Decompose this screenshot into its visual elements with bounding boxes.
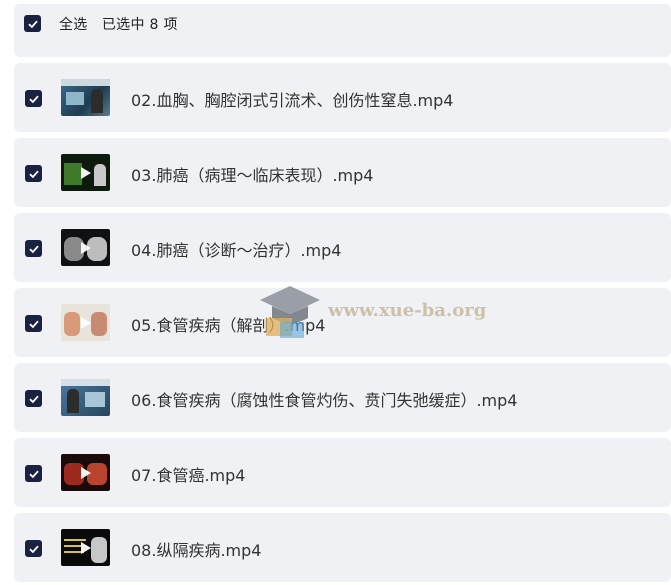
file-row[interactable]: 07.食管癌.mp4 [14,438,671,507]
video-thumbnail [61,229,110,266]
file-checkbox[interactable] [25,315,42,332]
check-icon [28,170,39,178]
file-row[interactable]: 08.纵隔疾病.mp4 [14,513,671,582]
video-thumbnail [61,79,110,116]
file-checkbox[interactable] [25,390,42,407]
file-checkbox[interactable] [25,465,42,482]
check-icon [28,545,39,553]
select-all-row: 全选 已选中 8 项 [14,4,671,57]
file-row[interactable]: 05.食管疾病（解剖）.mp4 [14,288,671,357]
file-row[interactable]: 04.肺癌（诊断～治疗）.mp4 [14,213,671,282]
file-name[interactable]: 03.肺癌（病理～临床表现）.mp4 [131,162,373,186]
selection-summary: 全选 已选中 8 项 [59,14,178,34]
check-icon [28,470,39,478]
file-name[interactable]: 04.肺癌（诊断～治疗）.mp4 [131,237,341,261]
file-name[interactable]: 08.纵隔疾病.mp4 [131,537,261,561]
select-all-checkbox[interactable] [24,15,41,32]
file-row[interactable]: 06.食管疾病（腐蚀性食管灼伤、贲门失弛缓症）.mp4 [14,363,671,432]
play-icon [80,466,91,479]
video-thumbnail [61,529,110,566]
check-icon [28,320,39,328]
file-checkbox[interactable] [25,240,42,257]
video-thumbnail [61,304,110,341]
file-name[interactable]: 02.血胸、胸腔闭式引流术、创伤性窒息.mp4 [131,87,453,111]
file-name[interactable]: 06.食管疾病（腐蚀性食管灼伤、贲门失弛缓症）.mp4 [131,387,517,411]
play-icon [80,241,91,254]
file-checkbox[interactable] [25,165,42,182]
play-icon [80,316,91,329]
file-checkbox[interactable] [25,90,42,107]
file-row[interactable]: 02.血胸、胸腔闭式引流术、创伤性窒息.mp4 [14,63,671,132]
check-icon [27,20,38,28]
file-checkbox[interactable] [25,540,42,557]
file-name[interactable]: 05.食管疾病（解剖）.mp4 [131,312,325,336]
video-thumbnail [61,154,110,191]
video-thumbnail [61,379,110,416]
file-row[interactable]: 03.肺癌（病理～临床表现）.mp4 [14,138,671,207]
file-name[interactable]: 07.食管癌.mp4 [131,462,245,486]
selected-count-text: 已选中 8 项 [101,17,178,33]
video-thumbnail [61,454,110,491]
check-icon [28,245,39,253]
check-icon [28,395,39,403]
select-all-label[interactable]: 全选 [59,17,88,33]
check-icon [28,95,39,103]
play-icon [80,166,91,179]
play-icon [80,541,91,554]
